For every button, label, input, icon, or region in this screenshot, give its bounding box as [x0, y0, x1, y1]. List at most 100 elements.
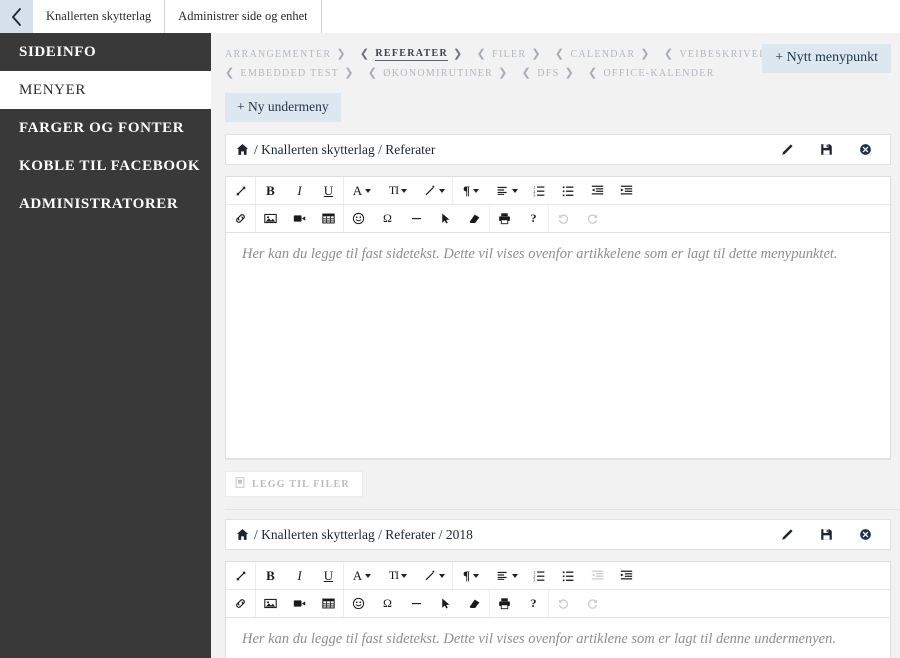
editor-content-area[interactable]: Her kan du legge til fast sidetekst. Det…	[226, 233, 890, 458]
menu-chip--konomirutiner[interactable]: ❮ ØKONOMIRUTINER ❯	[368, 68, 509, 80]
sidebar-item-sideinfo[interactable]: Sideinfo	[0, 33, 211, 71]
indent-button[interactable]	[612, 562, 641, 589]
editor-placeholder-text: Her kan du legge til fast sidetekst. Det…	[242, 631, 836, 647]
menu-chip-dfs[interactable]: ❮ DFS ❯	[522, 68, 575, 80]
save-button[interactable]	[820, 528, 833, 541]
fullscreen-button[interactable]	[226, 177, 255, 204]
tab-knallerten-skytterlag[interactable]: Knallerten skytterlag	[33, 0, 166, 33]
help-button[interactable]: ?	[519, 590, 548, 617]
menu-chip-embedded-test[interactable]: ❮ EMBEDDED TEST ❯	[225, 68, 355, 80]
bullet-list-button[interactable]	[554, 562, 583, 589]
editor-toolbar-row-2: Ω?	[226, 205, 890, 233]
tab-administrer-side-og-enhet[interactable]: Administrer side og enhet	[165, 0, 322, 33]
ordered-list-button[interactable]: 123	[525, 562, 554, 589]
add-files-button[interactable]: LEGG TIL FILER	[225, 471, 363, 497]
bullet-list-button[interactable]	[554, 177, 583, 204]
chevron-right-icon: ❯	[640, 48, 651, 60]
menu-chip-referater[interactable]: ❮ REFERATER ❯	[360, 48, 464, 61]
special-char-button[interactable]: Ω	[373, 205, 402, 232]
bold-button[interactable]: B	[256, 562, 285, 589]
undo-icon	[557, 597, 570, 610]
pencil-icon	[782, 143, 793, 155]
tab-label: Administrer side og enhet	[178, 9, 308, 23]
format-button[interactable]: TI	[380, 177, 416, 204]
font-size-button[interactable]: A	[344, 177, 380, 204]
underline-button[interactable]: U	[314, 177, 343, 204]
sidebar-item-administratorer[interactable]: Administratorer	[0, 185, 211, 223]
insert-video-button[interactable]	[285, 590, 314, 617]
print-button[interactable]	[490, 205, 519, 232]
menu-chip-calendar[interactable]: ❮ CALENDAR ❯	[554, 48, 651, 61]
menu-chip-arrangementer[interactable]: ARRANGEMENTER ❯	[225, 48, 347, 61]
align-button[interactable]	[489, 562, 525, 589]
close-button[interactable]	[859, 143, 872, 156]
menu-chip-label: OFFICE-KALENDER	[603, 68, 715, 79]
menu-chip-label: DFS	[537, 68, 560, 79]
new-menu-item-button[interactable]: + Nytt menypunkt	[762, 44, 891, 73]
align-button[interactable]	[489, 177, 525, 204]
sidebar-item-farger-og-fonter[interactable]: Farger og fonter	[0, 109, 211, 147]
toolbar-group: A TI	[344, 177, 453, 204]
indent-button[interactable]	[612, 177, 641, 204]
outdent-button[interactable]	[583, 177, 612, 204]
format-button[interactable]: TI	[380, 562, 416, 589]
emoticon-button[interactable]	[344, 590, 373, 617]
fullscreen-button[interactable]	[226, 562, 255, 589]
text-color-button[interactable]	[416, 177, 452, 204]
clear-format-button[interactable]	[460, 590, 489, 617]
paragraph-button[interactable]: ¶	[453, 562, 489, 589]
bold-button[interactable]: B	[256, 177, 285, 204]
pencil-icon	[782, 528, 793, 540]
font-size-button[interactable]: A	[344, 562, 380, 589]
sidebar-item-menyer[interactable]: Menyer	[0, 71, 211, 109]
special-char-button[interactable]: Ω	[373, 590, 402, 617]
insert-table-button[interactable]	[314, 205, 343, 232]
insert-video-button[interactable]	[285, 205, 314, 232]
chevron-left-icon: ❮	[554, 48, 566, 60]
edit-button[interactable]	[780, 143, 794, 157]
editor-content-area[interactable]: Her kan du legge til fast sidetekst. Det…	[226, 618, 890, 658]
circle-x-icon	[860, 529, 871, 540]
save-button[interactable]	[820, 143, 833, 156]
text-color-button[interactable]	[416, 562, 452, 589]
emoticon-button[interactable]	[344, 205, 373, 232]
new-submenu-button[interactable]: + Ny undermeny	[225, 93, 341, 122]
toolbar-group	[256, 205, 344, 232]
breadcrumb-actions	[780, 528, 872, 542]
select-all-icon	[439, 597, 452, 610]
chevron-right-icon: ❯	[336, 48, 347, 60]
insert-image-button[interactable]	[256, 590, 285, 617]
editor-toolbar-row-1: B I U A TI ¶ 1 2 3	[226, 177, 890, 205]
clear-format-button[interactable]	[460, 205, 489, 232]
unordered-list-icon	[562, 184, 575, 197]
back-button[interactable]	[0, 0, 33, 33]
insert-image-button[interactable]	[256, 205, 285, 232]
hr-button[interactable]	[402, 205, 431, 232]
menu-chip-filer[interactable]: ❮ FILER ❯	[476, 48, 542, 61]
insert-link-button[interactable]	[226, 205, 255, 232]
outdent-icon	[591, 184, 604, 197]
menu-chip-office-kalender[interactable]: ❮ OFFICE-KALENDER	[588, 68, 715, 80]
italic-button[interactable]: I	[285, 177, 314, 204]
insert-table-button[interactable]	[314, 590, 343, 617]
emoticon-icon	[352, 597, 365, 610]
sidebar-item-koble-til-facebook[interactable]: Koble til Facebook	[0, 147, 211, 185]
select-all-button[interactable]	[431, 205, 460, 232]
breadcrumb-text: / Knallerten skytterlag / Referater	[254, 141, 436, 157]
select-all-button[interactable]	[431, 590, 460, 617]
underline-button[interactable]: U	[314, 562, 343, 589]
toolbar-group	[226, 590, 256, 617]
hr-button[interactable]	[402, 590, 431, 617]
chevron-left-icon: ❮	[476, 48, 488, 60]
close-button[interactable]	[859, 528, 872, 541]
ordered-list-button[interactable]: 123	[525, 177, 554, 204]
paragraph-button[interactable]: ¶	[453, 177, 489, 204]
edit-button[interactable]	[780, 528, 794, 542]
toolbar-group	[226, 562, 256, 589]
toolbar-group: BIU	[256, 562, 344, 589]
italic-button[interactable]: I	[285, 562, 314, 589]
help-button[interactable]: ?	[519, 205, 548, 232]
print-button[interactable]	[490, 590, 519, 617]
chevron-down-icon	[512, 188, 518, 193]
insert-link-button[interactable]	[226, 590, 255, 617]
